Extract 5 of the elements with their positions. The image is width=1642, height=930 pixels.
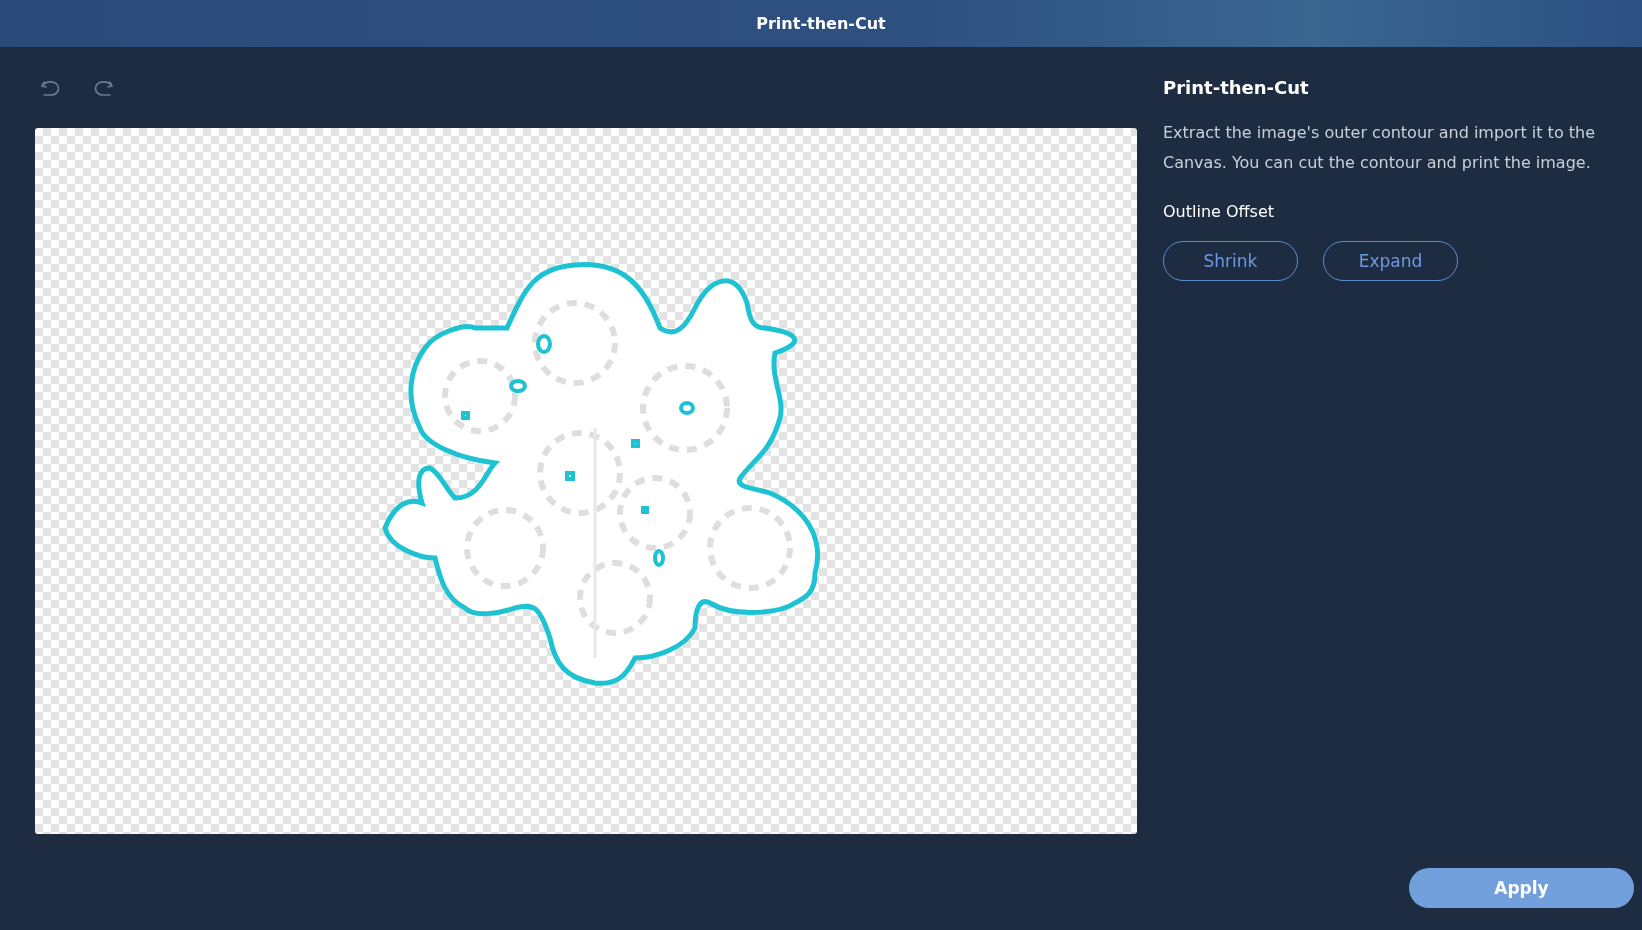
window-title: Print-then-Cut: [756, 14, 886, 33]
outline-offset-label: Outline Offset: [1163, 202, 1276, 221]
apply-button[interactable]: Apply: [1409, 868, 1634, 908]
description-text: Extract the image's outer contour and import it to the Canvas. You can cut the contour and print the image.: [1163, 122, 1596, 174]
panel-heading: Print-then-Cut: [1163, 77, 1310, 98]
